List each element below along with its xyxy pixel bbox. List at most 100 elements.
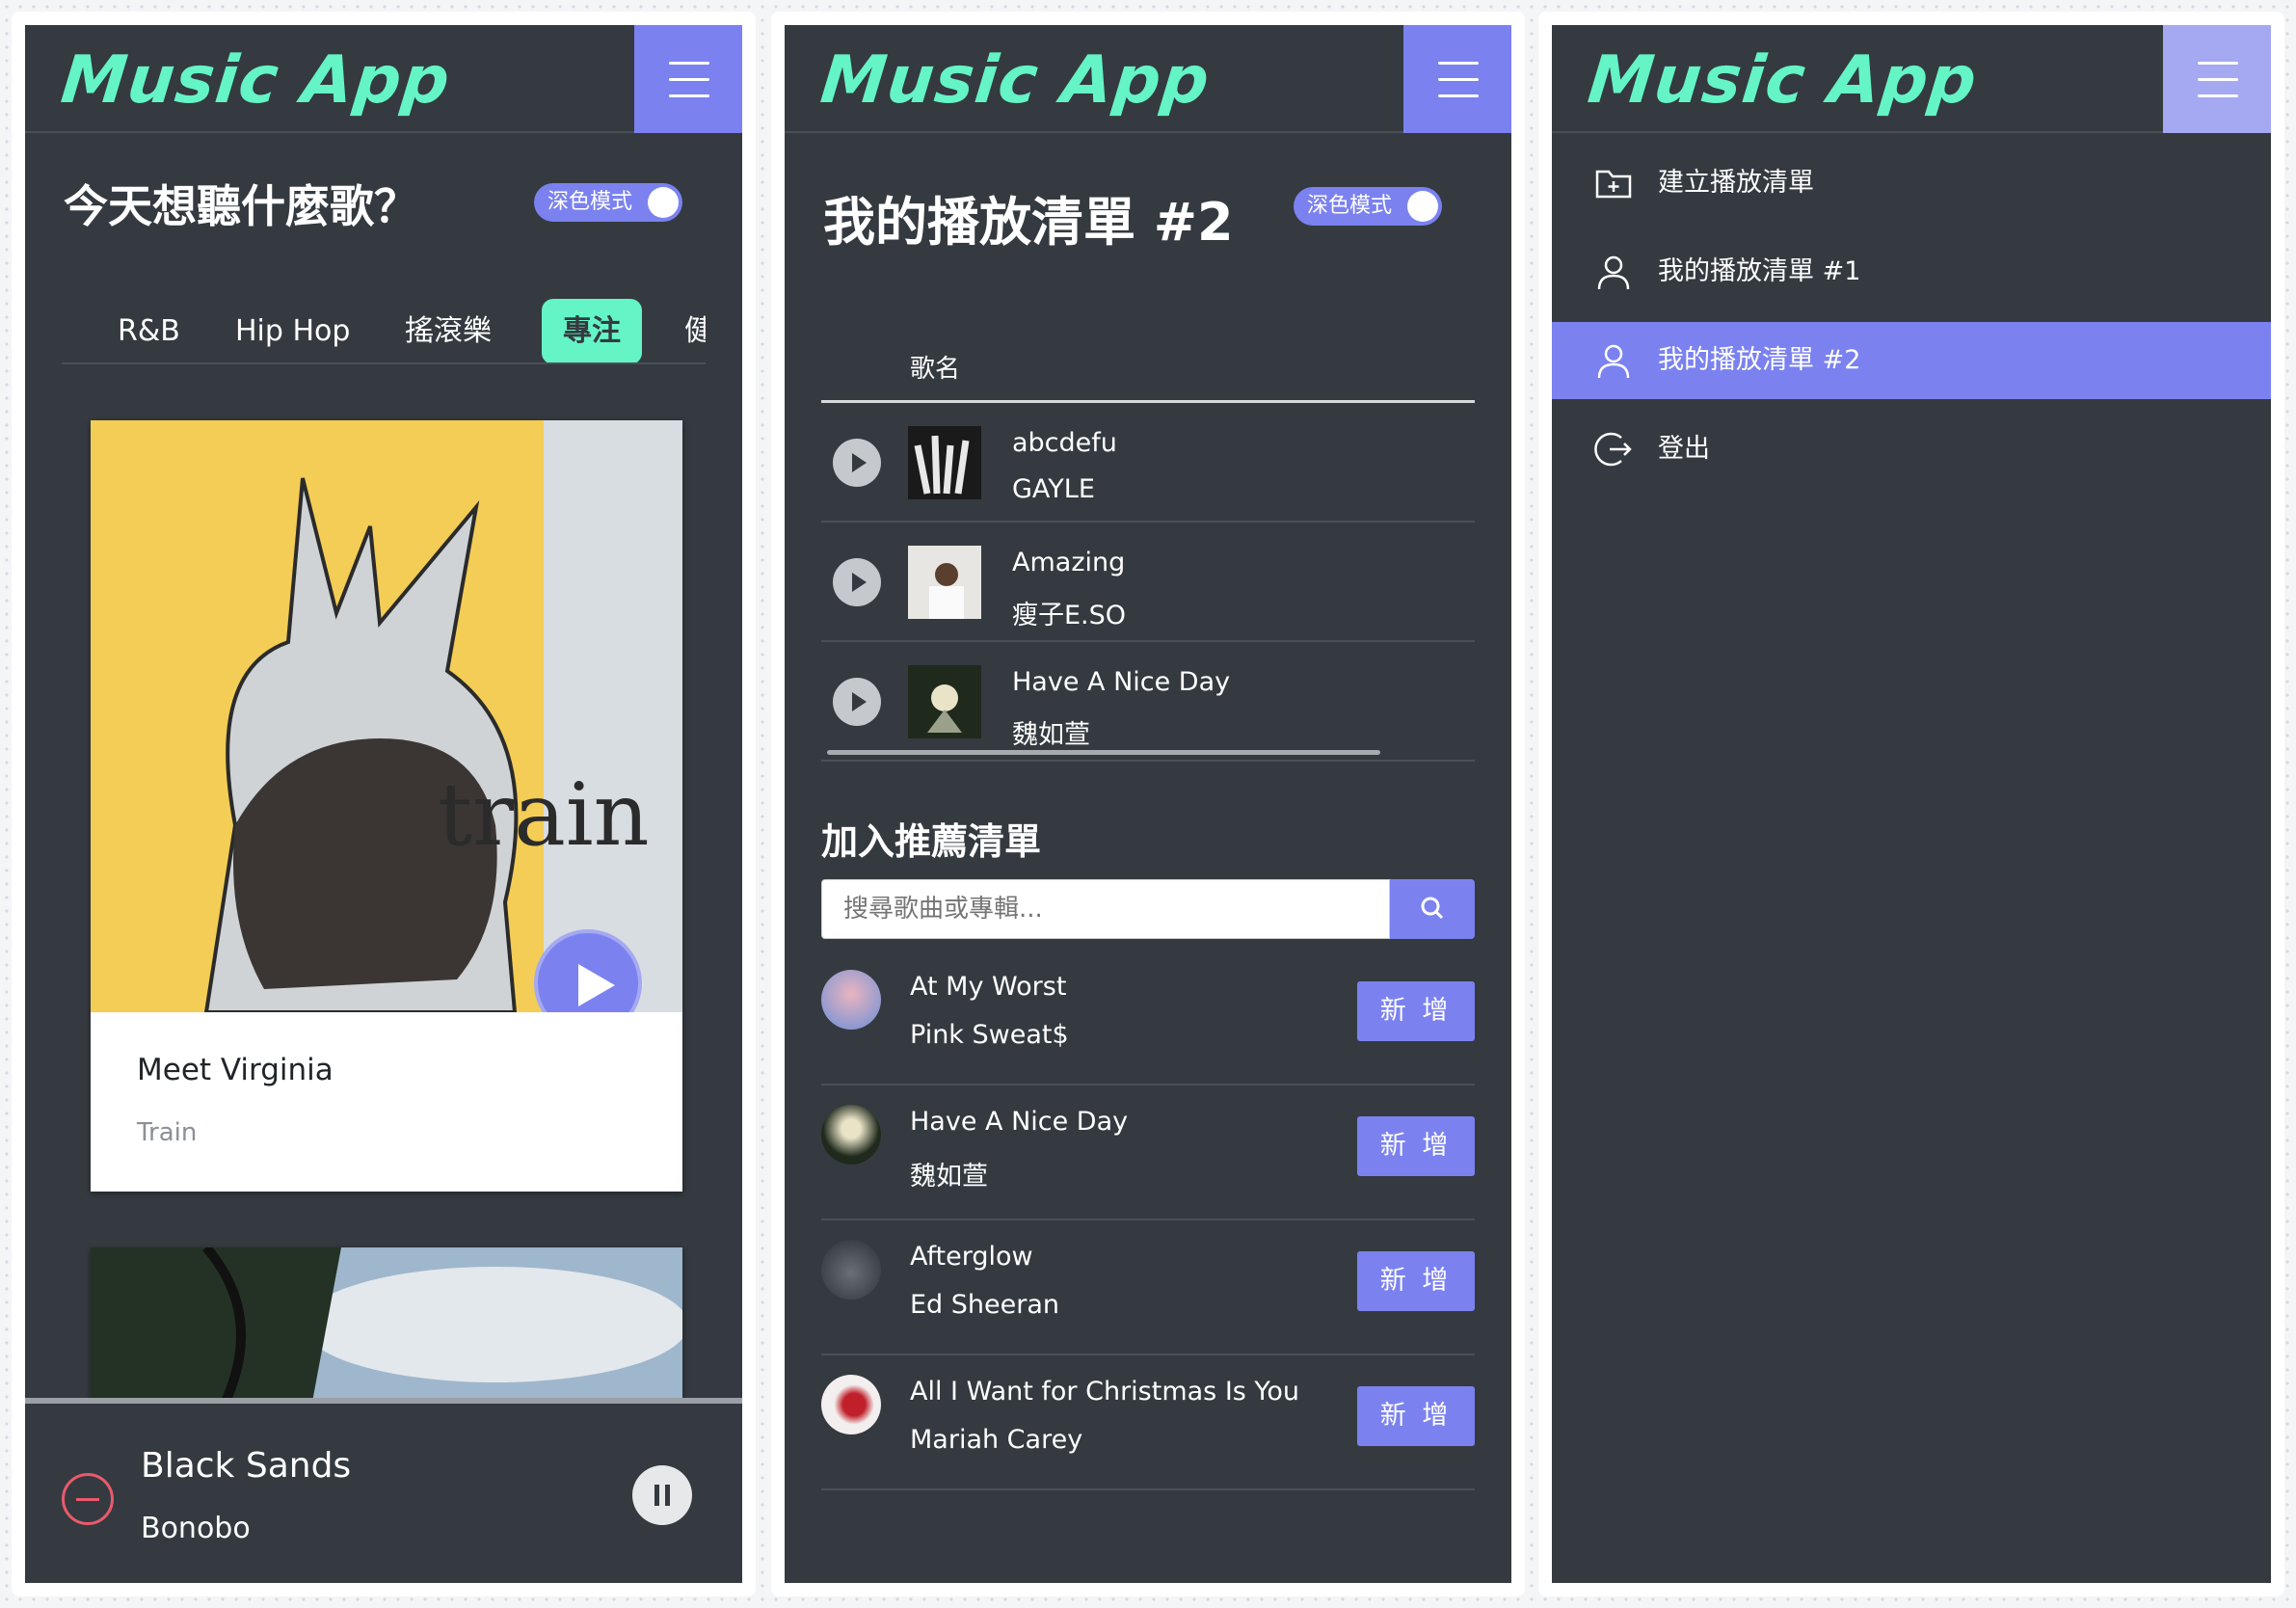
menu-screen: Music App 建立播放清單 我的播放清單 #1 我的播放清單 #2 登出 bbox=[1552, 25, 2271, 1583]
playlist-screen: Music App 我的播放清單 #2 深色模式 歌名 abcdefu GAYL… bbox=[785, 25, 1511, 1583]
table-header: 歌名 bbox=[821, 310, 1475, 403]
rec-title: Have A Nice Day bbox=[910, 1107, 1129, 1137]
hamburger-menu-button[interactable] bbox=[2163, 25, 2271, 133]
now-playing-bar: Black Sands Bonobo bbox=[25, 1398, 742, 1583]
track-artist: 魏如萱 bbox=[1012, 720, 1090, 750]
menu-item-label: 我的播放清單 #1 bbox=[1658, 256, 1861, 286]
menu-item-label: 登出 bbox=[1658, 434, 1710, 464]
album-avatar bbox=[821, 1240, 881, 1300]
track-thumbnail bbox=[908, 426, 981, 499]
page-title: 今天想聽什麼歌？ bbox=[64, 180, 418, 232]
track-thumbnail bbox=[908, 665, 981, 738]
song-title: Meet Virginia bbox=[137, 1053, 334, 1087]
hamburger-icon bbox=[669, 62, 709, 65]
playlist-title: 我的播放清單 #2 bbox=[823, 192, 1234, 253]
table-row: Have A Nice Day 魏如萱 bbox=[821, 642, 1475, 762]
column-song-name: 歌名 bbox=[910, 355, 961, 384]
hamburger-menu-button[interactable] bbox=[1403, 25, 1511, 133]
album-cover-art-2 bbox=[91, 1244, 688, 1405]
album-avatar bbox=[821, 970, 881, 1030]
track-artist: 瘦子E.SO bbox=[1012, 601, 1127, 630]
rec-title: All I Want for Christmas Is You bbox=[910, 1377, 1299, 1407]
genre-tab-hiphop[interactable]: Hip Hop bbox=[235, 299, 350, 362]
album-cover: train bbox=[91, 420, 682, 1012]
app-logo[interactable]: Music App bbox=[817, 42, 1214, 119]
featured-song-card[interactable]: train Meet Virginia Train bbox=[91, 420, 682, 1192]
add-button[interactable]: 新 增 bbox=[1357, 981, 1475, 1041]
user-icon bbox=[1597, 344, 1630, 379]
search-input[interactable] bbox=[821, 879, 1390, 939]
search-bar bbox=[821, 879, 1475, 939]
play-circle-icon[interactable] bbox=[833, 439, 881, 487]
rec-artist: Pink Sweat$ bbox=[910, 1020, 1069, 1050]
card-body: Meet Virginia Train bbox=[91, 1012, 682, 1192]
app-logo[interactable]: Music App bbox=[1585, 42, 1981, 119]
playlist-frame: Music App 我的播放清單 #2 深色模式 歌名 abcdefu GAYL… bbox=[771, 12, 1525, 1596]
menu-item-label: 我的播放清單 #2 bbox=[1658, 345, 1861, 375]
list-item: Have A Nice Day 魏如萱 新 增 bbox=[821, 1085, 1475, 1220]
list-item: At My Worst Pink Sweat$ 新 增 bbox=[821, 951, 1475, 1085]
search-icon bbox=[1421, 897, 1444, 920]
rec-artist: Mariah Carey bbox=[910, 1425, 1083, 1455]
folder-plus-icon bbox=[1595, 170, 1632, 199]
dark-mode-label: 深色模式 bbox=[1307, 194, 1393, 218]
genre-tab-rock[interactable]: 搖滾樂 bbox=[405, 299, 492, 362]
toggle-knob bbox=[1407, 191, 1438, 222]
album-avatar bbox=[821, 1375, 881, 1434]
menu-item-playlist-1[interactable]: 我的播放清單 #1 bbox=[1552, 233, 2271, 310]
add-button[interactable]: 新 增 bbox=[1357, 1251, 1475, 1311]
table-row: Amazing 瘦子E.SO bbox=[821, 523, 1475, 642]
album-cover-art: train bbox=[91, 420, 682, 1012]
app-header: Music App bbox=[25, 25, 742, 133]
logout-icon bbox=[1594, 432, 1632, 467]
toggle-knob bbox=[648, 187, 679, 218]
track-title: Have A Nice Day bbox=[1012, 667, 1231, 697]
table-row: abcdefu GAYLE bbox=[821, 403, 1475, 523]
next-song-card[interactable] bbox=[91, 1244, 688, 1405]
user-icon bbox=[1597, 255, 1630, 290]
app-logo[interactable]: Music App bbox=[58, 42, 454, 119]
rec-artist: 魏如萱 bbox=[910, 1162, 988, 1192]
now-playing-title: Black Sands bbox=[141, 1446, 352, 1486]
genre-tab-fitness[interactable]: 健 bbox=[684, 299, 706, 362]
song-artist: Train bbox=[137, 1118, 198, 1147]
menu-frame: Music App 建立播放清單 我的播放清單 #1 我的播放清單 #2 登出 bbox=[1538, 12, 2284, 1596]
rec-title: Afterglow bbox=[910, 1242, 1033, 1272]
list-item: All I Want for Christmas Is You Mariah C… bbox=[821, 1355, 1475, 1490]
track-artist: GAYLE bbox=[1012, 474, 1095, 504]
genre-tab-focus[interactable]: 專注 bbox=[542, 299, 642, 362]
play-circle-icon[interactable] bbox=[833, 678, 881, 726]
track-title: abcdefu bbox=[1012, 428, 1117, 458]
genre-tab-rnb[interactable]: R&B bbox=[118, 299, 180, 362]
album-avatar bbox=[821, 1105, 881, 1165]
svg-text:train: train bbox=[438, 764, 650, 866]
add-button[interactable]: 新 增 bbox=[1357, 1386, 1475, 1446]
horizontal-scrollbar[interactable] bbox=[827, 750, 1380, 755]
hamburger-icon bbox=[1438, 62, 1479, 65]
app-header: Music App bbox=[785, 25, 1511, 133]
app-header: Music App bbox=[1552, 25, 2271, 133]
rec-artist: Ed Sheeran bbox=[910, 1290, 1060, 1320]
home-screen: Music App 今天想聽什麼歌？ 深色模式 R&B Hip Hop 搖滾樂 … bbox=[25, 25, 742, 1583]
rec-title: At My Worst bbox=[910, 972, 1067, 1002]
dark-mode-label: 深色模式 bbox=[547, 190, 633, 214]
home-frame: Music App 今天想聽什麼歌？ 深色模式 R&B Hip Hop 搖滾樂 … bbox=[12, 12, 756, 1596]
hamburger-menu-button[interactable] bbox=[634, 25, 742, 133]
menu-item-logout[interactable]: 登出 bbox=[1552, 411, 2271, 488]
menu-item-create-playlist[interactable]: 建立播放清單 bbox=[1552, 145, 2271, 222]
dark-mode-toggle[interactable]: 深色模式 bbox=[1294, 187, 1442, 226]
play-circle-icon[interactable] bbox=[833, 558, 881, 606]
menu-item-label: 建立播放清單 bbox=[1658, 168, 1814, 198]
recommend-heading: 加入推薦清單 bbox=[821, 820, 1042, 863]
track-title: Amazing bbox=[1012, 548, 1126, 577]
hamburger-icon bbox=[2198, 62, 2238, 65]
remove-circle-icon[interactable] bbox=[62, 1473, 114, 1525]
search-button[interactable] bbox=[1390, 879, 1475, 939]
menu-item-playlist-2[interactable]: 我的播放清單 #2 bbox=[1552, 322, 2271, 399]
add-button[interactable]: 新 增 bbox=[1357, 1116, 1475, 1176]
pause-button[interactable] bbox=[632, 1465, 692, 1525]
list-item: Afterglow Ed Sheeran 新 增 bbox=[821, 1220, 1475, 1355]
now-playing-artist: Bonobo bbox=[141, 1512, 251, 1545]
genre-tabs: R&B Hip Hop 搖滾樂 專注 健 bbox=[62, 270, 706, 364]
dark-mode-toggle[interactable]: 深色模式 bbox=[534, 183, 682, 222]
